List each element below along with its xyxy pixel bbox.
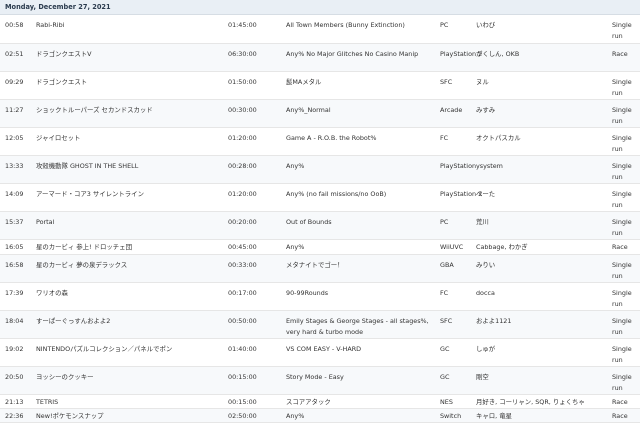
- table-row: 15:37 Portal 00:20:00 Out of Bounds PC 荒川 Sing…: [0, 212, 640, 240]
- row-estimate: 02:50:00: [228, 412, 257, 420]
- row-category: Game A - R.O.B. the Robot%: [286, 134, 377, 142]
- row-game-title: Rabi-Ribi: [36, 21, 65, 29]
- row-category: Any%: [286, 243, 305, 251]
- row-category: Out of Bounds: [286, 218, 332, 226]
- row-runners: オクトパスカル: [476, 134, 521, 142]
- row-category: Any%: [286, 412, 305, 420]
- row-runners: いわび: [476, 21, 496, 29]
- row-run-type: Race: [612, 243, 628, 251]
- row-runners: 荒川: [476, 218, 489, 226]
- row-runners: みりい: [476, 261, 496, 269]
- row-estimate: 01:20:00: [228, 134, 257, 142]
- row-estimate: 00:33:00: [228, 261, 257, 269]
- row-game-title: ショックトルーパーズ セカンドスカッド: [36, 106, 153, 114]
- row-run-type: Race: [612, 50, 628, 58]
- row-runners: およよ1121: [476, 317, 512, 325]
- row-game-title: TETRIS: [36, 398, 59, 406]
- table-row: 19:02 NINTENDOパズルコレクション／パネルでポン 01:40:00 VS …: [0, 339, 640, 367]
- row-runners: ぺーた: [476, 190, 496, 198]
- row-run-type: Single run: [612, 373, 632, 392]
- row-estimate: 00:50:00: [228, 317, 257, 325]
- row-estimate: 00:30:00: [228, 106, 257, 114]
- row-run-type: Single run: [612, 317, 632, 336]
- row-game-title: ヨッシーのクッキー: [36, 373, 94, 381]
- table-row: 13:33 攻殻機動隊 GHOST IN THE SHELL 00:28:00 Any…: [0, 156, 640, 184]
- row-category: Story Mode - Easy: [286, 373, 344, 381]
- row-category: メタナイトでゴー！: [286, 261, 344, 269]
- row-game-title: 星のカービィ 参上! ドロッチェ団: [36, 243, 132, 251]
- row-game-title: すーぱーぐっすんおよよ2: [36, 317, 111, 325]
- row-estimate: 01:45:00: [228, 21, 257, 29]
- row-estimate: 00:45:00: [228, 243, 257, 251]
- table-row: 11:27 ショックトルーパーズ セカンドスカッド 00:30:00 Any%_Nor…: [0, 100, 640, 128]
- row-game-title: 攻殻機動隊 GHOST IN THE SHELL: [36, 162, 139, 170]
- table-row: 17:39 ワリオの森 00:17:00 90-99Rounds FC docca Sing…: [0, 283, 640, 311]
- schedule-table: 00:58 Rabi-Ribi 01:45:00 All Town Members (…: [0, 15, 640, 423]
- row-run-type: Single run: [612, 106, 632, 125]
- row-run-type: Single run: [612, 218, 632, 237]
- row-runners: ysystem: [476, 162, 503, 170]
- row-category: VS COM EASY - V-HARD: [286, 345, 362, 353]
- row-game-title: ドラゴンクエスト: [36, 78, 88, 86]
- table-row: 00:58 Rabi-Ribi 01:45:00 All Town Members (…: [0, 15, 640, 44]
- table-row: 20:50 ヨッシーのクッキー 00:15:00 Story Mode - Easy G…: [0, 367, 640, 395]
- row-runners: 剛空: [476, 373, 489, 381]
- row-game-title: ドラゴンクエストV: [36, 50, 92, 58]
- row-estimate: 00:17:00: [228, 289, 257, 297]
- row-category: Any%_Normal: [286, 106, 331, 114]
- row-runners: みすみ: [476, 106, 496, 114]
- row-estimate: 00:15:00: [228, 373, 257, 381]
- table-row: 14:09 アーマード・コア3 サイレントライン 01:20:00 Any% (no …: [0, 184, 640, 212]
- row-category: All Town Members (Bunny Extinction): [286, 21, 405, 29]
- row-runners: Cabbage, わかぎ: [476, 243, 528, 251]
- row-game-title: ワリオの森: [36, 289, 68, 297]
- row-estimate: 01:20:00: [228, 190, 257, 198]
- row-category: Any% (no fail missions/no OoB): [286, 190, 387, 198]
- row-estimate: 00:15:00: [228, 398, 257, 406]
- row-run-type: Single run: [612, 345, 632, 364]
- row-game-title: NINTENDOパズルコレクション／パネルでポン: [36, 345, 173, 353]
- table-row: 16:05 星のカービィ 参上! ドロッチェ団 00:45:00 Any% WiiUVC…: [0, 240, 640, 255]
- row-estimate: 01:40:00: [228, 345, 257, 353]
- date-header: Monday, December 27, 2021: [0, 0, 640, 15]
- row-run-type: Single run: [612, 21, 632, 40]
- row-category: 90-99Rounds: [286, 289, 329, 297]
- row-category: スコアアタック: [286, 398, 331, 406]
- row-game-title: ジャイロセット: [36, 134, 81, 142]
- row-run-type: Single run: [612, 289, 632, 308]
- row-run-type: Race: [612, 398, 628, 406]
- row-estimate: 00:28:00: [228, 162, 257, 170]
- table-row: 22:36 New!ポケモンスナップ 02:50:00 Any% Switch キャロ, …: [0, 409, 640, 423]
- row-runners: キャロ, 竜星: [476, 412, 513, 420]
- row-run-type: Single run: [612, 134, 632, 153]
- table-row: 21:13 TETRIS 00:15:00 スコアアタック NES 月好き, コーリャン,…: [0, 395, 640, 409]
- row-game-title: アーマード・コア3 サイレントライン: [36, 190, 144, 198]
- row-run-type: Single run: [612, 190, 632, 209]
- table-row: 16:58 星のカービィ 夢の泉デラックス 00:33:00 メタナイトでゴー！ GBA…: [0, 255, 640, 283]
- row-estimate: 01:50:00: [228, 78, 257, 86]
- table-row: 02:51 ドラゴンクエストV 06:30:00 Any% No Major Glit…: [0, 44, 640, 72]
- row-category: 髭MAメタル: [286, 78, 322, 86]
- table-row: 09:29 ドラゴンクエスト 01:50:00 髭MAメタル SFC ヌル Single r…: [0, 72, 640, 100]
- row-run-type: Single run: [612, 261, 632, 280]
- row-category: Emily Stages & George Stages - all stage…: [286, 317, 429, 336]
- row-game-title: Portal: [36, 218, 55, 226]
- row-category: Any% No Major Glitches No Casino Manip: [286, 50, 419, 58]
- row-runners: 月好き, コーリャン, SQR, りょくちゃ: [476, 398, 585, 406]
- table-row: 18:04 すーぱーぐっすんおよよ2 00:50:00 Emily Stages & …: [0, 311, 640, 339]
- row-estimate: 06:30:00: [228, 50, 257, 58]
- row-runners: がくしん, OKB: [476, 50, 520, 58]
- row-runners: しゅが: [476, 345, 496, 353]
- row-game-title: New!ポケモンスナップ: [36, 412, 104, 420]
- row-run-type: Single run: [612, 162, 632, 181]
- row-runners: docca: [476, 289, 495, 297]
- row-run-type: Single run: [612, 78, 632, 97]
- row-run-type: Race: [612, 412, 628, 420]
- row-estimate: 00:20:00: [228, 218, 257, 226]
- row-runners: ヌル: [476, 78, 489, 86]
- row-game-title: 星のカービィ 夢の泉デラックス: [36, 261, 128, 269]
- table-row: 12:05 ジャイロセット 01:20:00 Game A - R.O.B. the …: [0, 128, 640, 156]
- row-category: Any%: [286, 162, 305, 170]
